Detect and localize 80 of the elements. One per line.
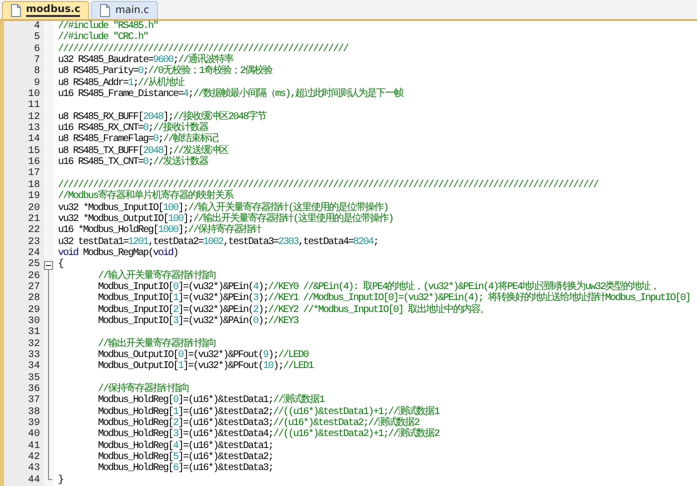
line-number: 34 bbox=[26, 361, 41, 373]
code-line: //输出开关量寄存器指针指向 bbox=[97, 338, 216, 350]
code-line: //Modbus寄存器和单片机寄存器的映射关系 bbox=[57, 191, 234, 202]
code-line: //////////////////////////////////////////////////////////////////////////////////////////////////////////// bbox=[57, 180, 598, 191]
line-number: 38 bbox=[26, 406, 41, 418]
line-number: 18 bbox=[26, 180, 41, 191]
line-number: 17 bbox=[26, 168, 41, 180]
line-number: 30 bbox=[26, 316, 41, 327]
line-number: 13 bbox=[26, 123, 41, 134]
file-tab[interactable]: modbus.c bbox=[2, 1, 90, 19]
line-number: 21 bbox=[26, 214, 41, 225]
line-number: 42 bbox=[26, 452, 41, 464]
code-line: u8 RS485_RX_BUFF[2048];//接收缓冲区2048字节 bbox=[57, 112, 266, 123]
line-number: 23 bbox=[26, 236, 41, 248]
code-line: vu32 *Modbus_OutputIO[100];//输出开关量寄存器指针(这里使用的是位带操作) bbox=[57, 214, 394, 225]
collapse-icon[interactable] bbox=[44, 260, 53, 270]
code-line: u8 RS485_TX_BUFF[2048];//发送缓冲区 bbox=[57, 146, 228, 157]
code-line: Modbus_InputIO[0]=(vu32*)&PEin(4);//KEY0 //&PEin(4): 取PE4的地址，(vu32*)&PEin(4)将PE4地址强制转换为uw32类型的地址， bbox=[97, 282, 660, 293]
line-number: 15 bbox=[26, 146, 41, 157]
line-number: 4 bbox=[32, 21, 41, 32]
line-number: 41 bbox=[26, 440, 41, 452]
code-line: Modbus_HoldReg[0]=(u16*)&testData1;//测试数据1 bbox=[97, 395, 324, 406]
line-number: 12 bbox=[26, 112, 41, 123]
line-number: 6 bbox=[32, 44, 41, 55]
line-number: 24 bbox=[26, 248, 41, 259]
file-tab[interactable]: main.c bbox=[91, 1, 158, 19]
code-line: void Modbus_RegMap(void) bbox=[57, 248, 178, 259]
line-number: 43 bbox=[26, 463, 41, 475]
code-line: u16 *Modbus_HoldReg[1000];//保持寄存器指针 bbox=[57, 225, 262, 237]
line-number: 11 bbox=[26, 100, 41, 112]
code-line: u8 RS485_Addr=1;//从机地址 bbox=[57, 78, 184, 89]
code-line: Modbus_InputIO[3]=(vu32*)&PAin(0);//KEY3 bbox=[97, 316, 298, 328]
code-line: Modbus_HoldReg[6]=(u16*)&testData3; bbox=[97, 463, 274, 475]
code-line: //保持寄存器指针指向 bbox=[97, 384, 190, 395]
file-icon bbox=[100, 4, 110, 17]
code-line: Modbus_InputIO[2]=(vu32*)&PEin(2);//KEY2 //*Modbus_InputIO[0] 取出地址中的内容。 bbox=[97, 304, 490, 316]
line-number: 33 bbox=[26, 350, 41, 361]
line-number: 44 bbox=[26, 474, 41, 486]
line-number: 29 bbox=[26, 304, 41, 316]
line-number: 36 bbox=[26, 384, 41, 395]
code-line: //#include "CRC.h" bbox=[57, 32, 148, 44]
code-line: u32 testData1=1201,testData2=1002,testData3=2303,testData4=8204; bbox=[57, 236, 378, 248]
code-line: } bbox=[57, 474, 64, 486]
code-line: //输入开关量寄存器指针指向 bbox=[97, 270, 216, 282]
line-number: 37 bbox=[26, 395, 41, 407]
line-number: 10 bbox=[26, 89, 41, 100]
line-number: 31 bbox=[26, 327, 41, 339]
line-number: 20 bbox=[26, 202, 41, 214]
code-line: //#include "RS485.h" bbox=[57, 21, 158, 32]
code-line: Modbus_HoldReg[4]=(u16*)&testData1; bbox=[97, 440, 274, 452]
line-number: 35 bbox=[26, 372, 41, 384]
code-line: Modbus_HoldReg[3]=(u16*)&testData4;//((u16*)&testData2)+1;//测试数据2 bbox=[97, 429, 440, 440]
line-number: 5 bbox=[32, 32, 41, 44]
code-line: u8 RS485_Parity=0;//0无校验；1奇校验；2偶校验 bbox=[57, 66, 272, 78]
line-number: 9 bbox=[32, 78, 41, 89]
line-number: 8 bbox=[32, 66, 41, 78]
line-number: 7 bbox=[32, 55, 41, 66]
line-number: 40 bbox=[26, 429, 41, 441]
code-line: u16 RS485_Frame_Distance=4;//数据帧最小间隔（ms),超过此时间则认为是下一帧 bbox=[57, 89, 404, 100]
line-number: 39 bbox=[26, 418, 41, 430]
code-line: Modbus_OutputIO[0]=(vu32*)&PFout(9);//LED0 bbox=[97, 350, 308, 361]
code-line: Modbus_HoldReg[5]=(u16*)&testData2; bbox=[97, 452, 274, 464]
code-line: Modbus_OutputIO[1]=(vu32*)&PFout(10);//LED1 bbox=[97, 361, 314, 373]
code-line: ////////////////////////////////////////////////////////// bbox=[57, 44, 348, 55]
code-line: Modbus_InputIO[1]=(vu32*)&PEin(3);//KEY1 //Modbus_InputIO[0]=(vu32*)&PEin(4); 将转换好的地址送给地址指针Modbus_InputIO[0] bbox=[97, 293, 690, 304]
code-line: u16 RS485_TX_CNT=0;//发送计数器 bbox=[57, 157, 208, 168]
code-line: { bbox=[57, 259, 64, 271]
line-number: 22 bbox=[26, 225, 41, 237]
line-number: 14 bbox=[26, 134, 41, 146]
code-line: u8 RS485_FrameFlag=0;//帧结束标记 bbox=[57, 134, 218, 146]
code-line: Modbus_HoldReg[1]=(u16*)&testData2;//((u16*)&testData1)+1;//测试数据1 bbox=[97, 406, 440, 418]
file-icon bbox=[11, 4, 21, 17]
line-number: 19 bbox=[26, 191, 41, 202]
line-number: 26 bbox=[26, 270, 41, 282]
code-line: vu32 *Modbus_InputIO[100];//输入开关量寄存器指针(这里使用的是位带操作) bbox=[57, 202, 388, 214]
line-number: 28 bbox=[26, 293, 41, 305]
line-number: 27 bbox=[26, 282, 41, 293]
line-number: 25 bbox=[26, 259, 41, 271]
line-number: 32 bbox=[26, 338, 41, 350]
line-number: 16 bbox=[26, 157, 41, 168]
